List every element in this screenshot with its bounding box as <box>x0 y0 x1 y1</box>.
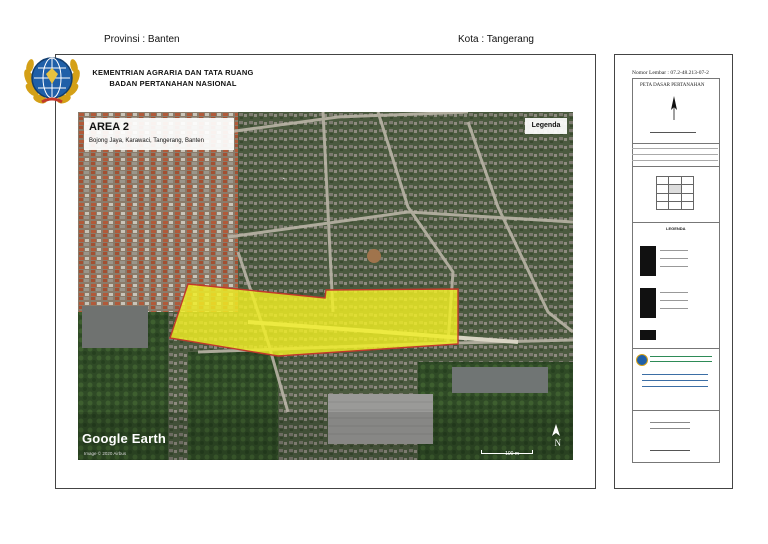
scale-label: 100 m <box>505 451 519 457</box>
legend-symbols-3 <box>640 330 656 340</box>
panel-logo-icon <box>636 354 648 366</box>
map-title: PETA DASAR PERTANAHAN <box>640 83 705 88</box>
area-location: Bojong Jaya, Karawaci, Tangerang, Banten <box>89 138 204 144</box>
sheet-number: Nomor Lembar : 07.2-48.213-07-2 <box>632 70 709 76</box>
north-arrow-icon <box>552 424 560 436</box>
legend-symbols-2 <box>640 288 656 318</box>
bpn-logo <box>20 46 84 110</box>
panel-scale-bar <box>650 132 696 133</box>
north-label: N <box>554 438 562 448</box>
city-label: Kota : Tangerang <box>458 34 534 45</box>
area-info-box: AREA 2 Bojong Jaya, Karawaci, Tangerang,… <box>84 118 234 150</box>
legend-button[interactable]: Legenda <box>525 118 567 134</box>
institution-line-1: KEMENTRIAN AGRARIA DAN TATA RUANG <box>92 68 254 77</box>
satellite-map[interactable]: • AREA 2 Bojong Jaya, Karawaci, Tangeran… <box>78 112 573 460</box>
place-label: • <box>283 176 285 181</box>
panel-north-arrow-icon <box>670 96 678 125</box>
imagery-credit: Image © 2020 Airbus <box>84 451 127 456</box>
legend-symbols-1 <box>640 246 656 276</box>
area-title: AREA 2 <box>89 121 129 133</box>
legend-heading: LEGENDA <box>666 226 686 231</box>
signature-box <box>632 410 720 463</box>
institution-line-2: BADAN PERTANAHAN NASIONAL <box>109 79 237 88</box>
sheet-index-grid <box>656 176 694 210</box>
institution-heading: KEMENTRIAN AGRARIA DAN TATA RUANG BADAN … <box>88 68 258 90</box>
google-earth-watermark: Google Earth <box>82 431 167 446</box>
province-label: Provinsi : Banten <box>104 34 180 45</box>
